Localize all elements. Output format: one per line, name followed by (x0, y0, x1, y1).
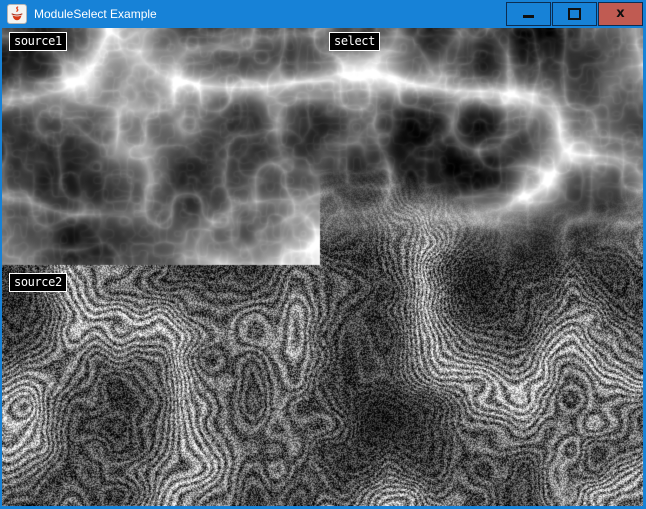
maximize-button[interactable] (552, 2, 597, 26)
java-coffee-cup-icon (7, 4, 27, 24)
titlebar[interactable]: ModuleSelect Example x (0, 0, 646, 28)
label-select: select (329, 32, 380, 51)
noise-canvas (2, 28, 643, 506)
app-window: ModuleSelect Example x source1 select so… (0, 0, 646, 509)
window-controls: x (505, 2, 643, 26)
window-title: ModuleSelect Example (34, 7, 505, 21)
label-source1: source1 (9, 32, 67, 51)
maximize-icon (568, 8, 581, 20)
close-button[interactable]: x (598, 2, 643, 26)
label-source2: source2 (9, 273, 67, 292)
minimize-button[interactable] (506, 2, 551, 26)
java-app-icon[interactable] (7, 4, 27, 24)
minimize-icon (523, 15, 534, 18)
render-viewport: source1 select source2 (2, 28, 643, 506)
close-icon: x (616, 7, 624, 20)
